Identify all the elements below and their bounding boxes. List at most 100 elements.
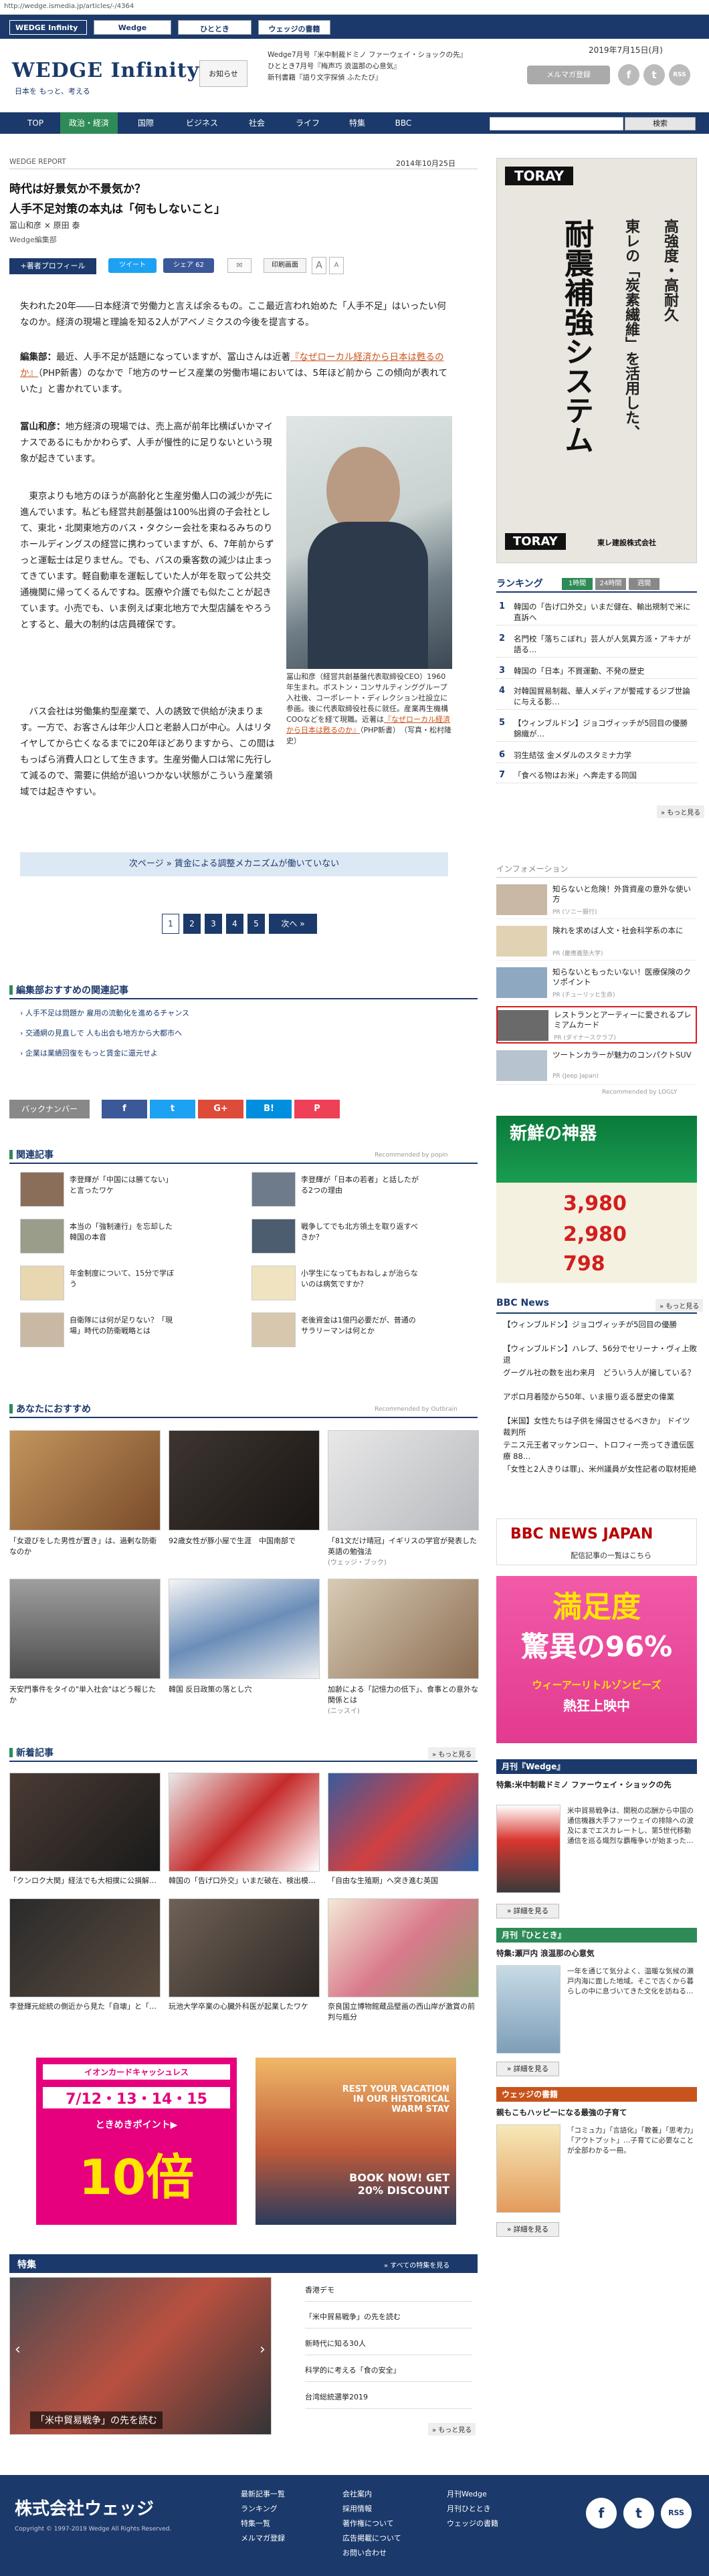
- wedge-mag-detail-button[interactable]: » 詳細を見る: [496, 1904, 559, 1918]
- ranking-item[interactable]: 7 「食べる物はお米」へ奔走する同国: [496, 768, 697, 783]
- search-button[interactable]: 検索: [625, 117, 696, 130]
- related-thumb[interactable]: [251, 1312, 296, 1347]
- osusume-thumb[interactable]: [169, 1430, 320, 1530]
- related-thumb[interactable]: [251, 1266, 296, 1300]
- travel-ad[interactable]: REST YOUR VACATION IN OUR HISTORICAL WAR…: [256, 2058, 456, 2225]
- related-item[interactable]: 自衛隊には何が足りない？「現場」時代の防衛戦略とは: [70, 1315, 177, 1336]
- mail-magazine-button[interactable]: メルマガ登録: [527, 66, 610, 84]
- info-item[interactable]: ツートンカラーが魅力のコンパクトSUV PR (Jeep Japan): [496, 1048, 697, 1085]
- footer-link[interactable]: 採用情報: [342, 2503, 372, 2514]
- footer-link[interactable]: 月刊Wedge: [447, 2488, 487, 2499]
- footer-link[interactable]: 特集一覧: [241, 2518, 270, 2529]
- newest-thumb[interactable]: [169, 1773, 320, 1872]
- related-item[interactable]: 戦争してでも北方領土を取り返すべきか？: [301, 1221, 421, 1243]
- books-detail-button[interactable]: » 詳細を見る: [496, 2222, 559, 2237]
- font-large-button[interactable]: A: [312, 257, 326, 274]
- related-item[interactable]: 李登輝が「中国には勝てない」と言ったワケ: [70, 1175, 177, 1196]
- nav-top[interactable]: TOP: [20, 112, 51, 134]
- ranking-item[interactable]: 2 名門校「落ちこぼれ」芸人が人気異方派・アキナが語る…: [496, 631, 697, 658]
- page-4[interactable]: 4: [226, 914, 243, 934]
- osusume-item[interactable]: 加齢による「記憶力の低下」、食事との意外な関係とは (ニッスイ): [328, 1684, 479, 1717]
- books-cover[interactable]: [496, 2124, 561, 2213]
- books-head[interactable]: 親もこもハッピーになる最強の子育て: [496, 2107, 697, 2118]
- strip-tab-wedge-infinity[interactable]: WEDGE Infinity: [9, 20, 87, 35]
- hitotoki-cover[interactable]: [496, 1965, 561, 2054]
- related-thumb[interactable]: [20, 1266, 64, 1300]
- related-item[interactable]: 本当の「強制連行」を忘却した韓国の本音: [70, 1221, 177, 1243]
- strip-tab-books[interactable]: ウェッジの書籍: [258, 20, 330, 35]
- wedge-mag-cover[interactable]: [496, 1805, 561, 1893]
- font-small-button[interactable]: A: [329, 257, 344, 274]
- author-profile-button[interactable]: +著者プロフィール: [9, 258, 96, 274]
- footer-link[interactable]: ウェッジの書籍: [447, 2518, 498, 2529]
- mail-icon[interactable]: ✉: [227, 258, 251, 273]
- tokushu-more-link[interactable]: » もっと見る: [428, 2423, 476, 2436]
- page-next[interactable]: 次へ »: [269, 914, 317, 934]
- newest-item[interactable]: 奈良国立博物館蔵品壁画の西山岸が激賞の前判与瓶分: [328, 2001, 479, 2023]
- pocket-share-icon[interactable]: P: [294, 1100, 340, 1118]
- footer-link[interactable]: ランキング: [241, 2503, 278, 2514]
- footer-link[interactable]: 会社案内: [342, 2488, 372, 2499]
- footer-logo[interactable]: 株式会社ウェッジ: [15, 2495, 154, 2520]
- nav-business[interactable]: ビジネス: [175, 112, 229, 134]
- strip-tab-hitotoki[interactable]: ひととき: [178, 20, 251, 35]
- osusume-thumb[interactable]: [169, 1579, 320, 1679]
- carousel-next-icon[interactable]: ›: [260, 2341, 266, 2358]
- tokushu-item[interactable]: 香港デモ: [305, 2285, 472, 2302]
- footer-link[interactable]: メルマガ登録: [241, 2533, 285, 2543]
- recommend-item[interactable]: › 交通網の見直しで 人も出会も地方から大都市へ: [20, 1027, 182, 1038]
- next-page-bar[interactable]: 次ページ » 賃金による調整メカニズムが働いていない: [20, 852, 448, 876]
- site-logo[interactable]: WEDGE Infinity: [12, 59, 199, 82]
- header-news-item[interactable]: 新刊書籍『語り文字探偵 ふたたび』: [268, 72, 502, 84]
- bbc-item[interactable]: 「女性と2人きりは罪」、米州議員が女性記者の取材拒絶: [496, 1464, 697, 1475]
- wedge-mag-head[interactable]: 特集:米中制裁ドミノ ファーウェイ・ショックの先: [496, 1779, 697, 1790]
- footer-twitter-icon[interactable]: t: [623, 2498, 654, 2529]
- newest-thumb[interactable]: [9, 1773, 161, 1872]
- bbc-banner[interactable]: BBC NEWS JAPAN 配信記事の一覧はこちら: [496, 1518, 697, 1565]
- hatena-share-icon[interactable]: B!: [246, 1100, 292, 1118]
- footer-facebook-icon[interactable]: f: [586, 2498, 617, 2529]
- ranking-item[interactable]: 1 韓国の「告げ口外交」いまだ健在、輸出規制で米に直訴へ: [496, 599, 697, 625]
- twitter-share-icon[interactable]: t: [150, 1100, 195, 1118]
- movie-ad[interactable]: 満足度 驚異の96% ウィーアーリトルゾンビーズ 熱狂上映中: [496, 1576, 697, 1743]
- hitotoki-head[interactable]: 特集:瀬戸内 浪温那の心意気: [496, 1948, 697, 1959]
- nav-society[interactable]: 社会: [238, 112, 276, 134]
- footer-rss-icon[interactable]: RSS: [661, 2498, 692, 2529]
- newest-thumb[interactable]: [328, 1898, 479, 1997]
- tokushu-item[interactable]: 台湾総統選挙2019: [305, 2392, 472, 2409]
- related-item[interactable]: 小学生になってもおねしょが治らないのは病気ですか？: [301, 1268, 421, 1290]
- osusume-thumb[interactable]: [9, 1579, 161, 1679]
- osusume-item[interactable]: 92歳女性が豚小屋で生涯 中国南部で: [169, 1536, 320, 1547]
- facebook-share-button[interactable]: シェア 62: [163, 258, 214, 273]
- tokushu-item[interactable]: 科学的に考える「食の安全」: [305, 2365, 472, 2382]
- related-thumb[interactable]: [20, 1312, 64, 1347]
- tweet-button[interactable]: ツイート: [108, 258, 157, 273]
- newest-thumb[interactable]: [328, 1773, 479, 1872]
- info-item[interactable]: 険れを求めば人文・社会科学系の本に PR (慶應義塾大学): [496, 923, 697, 961]
- toray-ad[interactable]: TORAY 高強度・高耐久 東レの「炭素繊維」を活用した、 耐震補強システム T…: [496, 158, 697, 563]
- strip-tab-wedge[interactable]: Wedge: [94, 20, 171, 35]
- backnumber-button[interactable]: バックナンバー: [9, 1100, 90, 1118]
- ranking-item[interactable]: 4 対韓国貿易制裁、華人メディアが警戒するジブ世論に与える影…: [496, 684, 697, 710]
- related-thumb[interactable]: [251, 1219, 296, 1254]
- nav-international[interactable]: 国際: [127, 112, 165, 134]
- shinki-ad[interactable]: 新鮮の神器 3,980 2,980 798: [496, 1116, 697, 1283]
- article-authors[interactable]: 冨山和彦 × 原田 泰: [9, 219, 80, 231]
- carousel-prev-icon[interactable]: ‹: [15, 2341, 21, 2358]
- osusume-item[interactable]: 「女遊びをした男性が置き」は、過剰な防衛なのか: [9, 1536, 161, 1557]
- bbc-item[interactable]: テニス元王者マッケンロー、トロフィー売ってき遺伝医療 88…: [496, 1440, 697, 1462]
- page-2[interactable]: 2: [183, 914, 201, 934]
- header-news-item[interactable]: Wedge7月号『米中制裁ドミノ ファーウェイ・ショックの先』: [268, 49, 502, 61]
- osusume-item[interactable]: 「81文だけ晴冠」イギリスの学官が発表した英語の勉強法 (ウェッジ・ブック): [328, 1536, 479, 1569]
- ranking-tab-week[interactable]: 週間: [629, 578, 660, 590]
- footer-link[interactable]: お問い合わせ: [342, 2547, 387, 2558]
- related-item[interactable]: 年金制度について、15分で学ぼう: [70, 1268, 177, 1290]
- facebook-icon[interactable]: f: [618, 64, 639, 86]
- newest-item[interactable]: 玩池大学卒業の心臓外科医が起業したワケ: [169, 2001, 320, 2012]
- newest-item[interactable]: 「クンロク大関」経法でも大相撲に公損解…: [9, 1876, 161, 1886]
- bbc-item[interactable]: 【ウィンブルドン】ハレプ、56分でセリーナ・ヴィ上敗退: [496, 1343, 697, 1366]
- osusume-item[interactable]: 韓国 反日政策の落とし穴: [169, 1684, 320, 1695]
- bbc-item[interactable]: グーグル社の数を出わ来月 どういう人が擁している？: [496, 1367, 697, 1379]
- footer-link[interactable]: 広告掲載について: [342, 2533, 401, 2543]
- osusume-thumb[interactable]: [328, 1579, 479, 1679]
